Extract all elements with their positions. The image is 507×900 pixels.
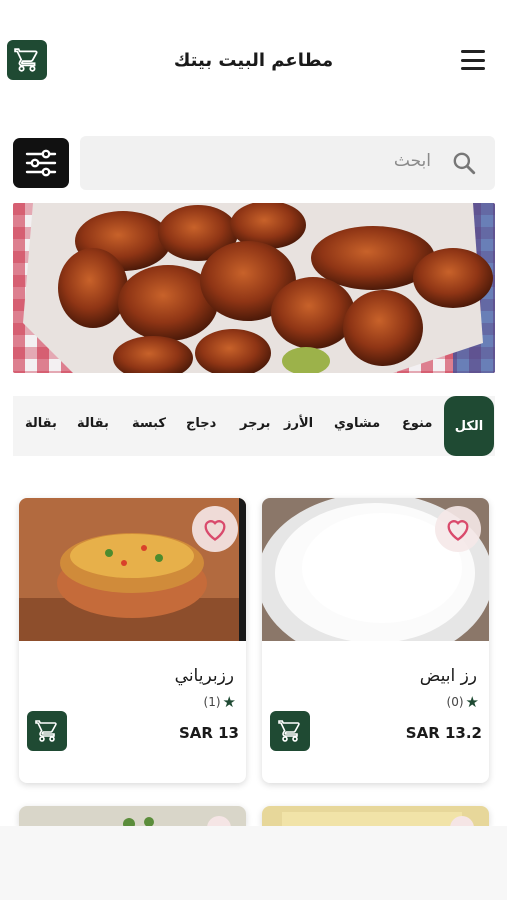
filter-button[interactable]: [13, 138, 69, 188]
promo-banner[interactable]: [13, 203, 495, 373]
tab-rice[interactable]: الأرز: [284, 416, 313, 431]
tab-grills[interactable]: مشاوي: [334, 416, 380, 431]
product-card[interactable]: [19, 806, 246, 826]
star-icon: ★: [222, 693, 236, 711]
tab-burger[interactable]: برجر: [240, 416, 270, 431]
cart-icon: [35, 720, 57, 742]
star-icon: ★: [465, 693, 479, 711]
bottom-area: [0, 826, 507, 900]
search-placeholder: ابحث: [393, 151, 431, 171]
page-title: مطاعم البيت بيتك: [173, 50, 334, 71]
heart-icon: [204, 520, 226, 541]
tab-grocery[interactable]: بقالة: [77, 416, 109, 431]
product-rating: (1) ★: [204, 693, 236, 711]
product-name: رز ابيض: [419, 666, 477, 686]
tab-kabsa[interactable]: كبسة: [132, 416, 166, 431]
search-input[interactable]: ابحث: [80, 136, 495, 190]
search-icon[interactable]: [451, 150, 477, 176]
product-card[interactable]: رزبرياني (1) ★ SAR 13: [19, 498, 246, 783]
fried-chicken-wings-image: [13, 203, 495, 373]
cart-icon: [278, 720, 300, 742]
add-to-cart-button[interactable]: [27, 711, 67, 751]
hamburger-menu-icon[interactable]: [461, 50, 485, 70]
heart-icon: [447, 520, 469, 541]
tab-chicken[interactable]: دجاج: [186, 416, 216, 431]
product-image: [19, 806, 246, 826]
product-rating: (0) ★: [447, 693, 479, 711]
category-tabs: الكل منوع مشاوي الأرز برجر دجاج كبسة بقا…: [13, 396, 495, 456]
product-price: SAR 13.2: [405, 724, 482, 742]
product-image: [262, 806, 489, 826]
product-price: SAR 13: [178, 724, 239, 742]
add-to-cart-button[interactable]: [270, 711, 310, 751]
tab-grocery-2[interactable]: بقالة: [25, 416, 57, 431]
tab-all[interactable]: الكل: [444, 396, 494, 456]
favorite-button[interactable]: [435, 506, 481, 552]
sliders-icon: [25, 149, 57, 177]
product-name: رزبرياني: [174, 666, 234, 686]
rating-count: (0): [446, 695, 464, 709]
rating-count: (1): [203, 695, 221, 709]
app-header: مطاعم البيت بيتك: [0, 0, 507, 120]
product-card[interactable]: رز ابيض (0) ★ SAR 13.2: [262, 498, 489, 783]
tab-mixed[interactable]: منوع: [402, 416, 432, 431]
product-card[interactable]: [262, 806, 489, 826]
favorite-button[interactable]: [192, 506, 238, 552]
